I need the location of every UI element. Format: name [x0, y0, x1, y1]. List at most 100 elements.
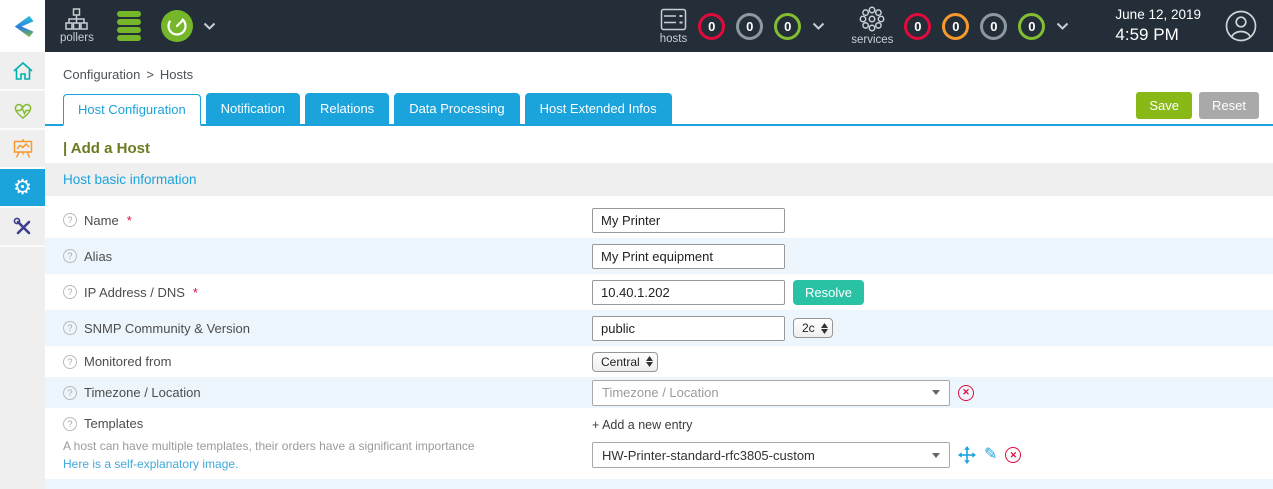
services-ok-counter[interactable]: 0 [1018, 12, 1046, 40]
form-row-monitored-from: ? Monitored from Central [45, 346, 1273, 377]
template-delete-icon[interactable] [1005, 447, 1022, 463]
poller-chevron-down-icon[interactable] [203, 22, 216, 31]
pollers-icon [65, 8, 89, 30]
sidebar-item-administration[interactable] [0, 208, 45, 247]
services-icon [859, 6, 885, 32]
monitored-from-label: Monitored from [84, 354, 172, 369]
heart-pulse-icon [14, 103, 31, 119]
sidebar: ⚙ [0, 52, 45, 489]
required-asterisk: * [192, 284, 198, 300]
sidebar-item-configuration[interactable]: ⚙ [0, 169, 45, 208]
tab-data-processing[interactable]: Data Processing [394, 93, 520, 124]
ip-input[interactable] [592, 279, 785, 305]
timezone-select[interactable]: Timezone / Location [592, 379, 950, 406]
section-host-basic-information: Host basic information [45, 163, 1273, 196]
breadcrumb-hosts[interactable]: Hosts [160, 67, 193, 82]
gauge-status-icon[interactable] [160, 9, 194, 43]
sidebar-item-home[interactable] [0, 52, 45, 91]
current-date: June 12, 2019 [1115, 6, 1201, 22]
templates-example-link[interactable]: Here is a self-explanatory image. [63, 457, 592, 471]
timezone-label: Timezone / Location [84, 385, 201, 400]
tab-bar: Host Configuration Notification Relation… [45, 92, 1273, 126]
topbar: pollers hosts 0 0 0 services 0 0 0 0 Jun… [0, 0, 1273, 52]
resolve-button[interactable]: Resolve [793, 279, 864, 305]
save-button[interactable]: Save [1136, 92, 1193, 119]
services-unknown-counter[interactable]: 0 [980, 12, 1008, 40]
help-icon[interactable]: ? [63, 249, 77, 263]
main-content: Configuration > Hosts Host Configuration N… [45, 52, 1273, 489]
help-icon[interactable]: ? [63, 416, 77, 431]
chart-easel-icon [13, 139, 32, 158]
breadcrumb-configuration[interactable]: Configuration [63, 67, 140, 82]
services-chevron-down-icon[interactable] [1056, 22, 1069, 31]
help-icon[interactable]: ? [63, 285, 77, 299]
hosts-down-counter[interactable]: 0 [698, 12, 726, 40]
help-icon[interactable]: ? [63, 385, 77, 400]
template-edit-icon[interactable]: ✎ [984, 447, 997, 463]
gear-icon: ⚙ [13, 176, 32, 199]
help-icon[interactable]: ? [63, 354, 77, 369]
user-avatar[interactable] [1225, 10, 1257, 42]
add-template-entry-link[interactable]: + Add a new entry [592, 418, 1021, 432]
snmp-community-input[interactable] [592, 315, 785, 341]
ip-label: IP Address / DNS [84, 284, 185, 300]
form-row-ip: ? IP Address / DNS * Resolve [45, 274, 1273, 310]
home-icon [12, 61, 33, 80]
tab-notification[interactable]: Notification [205, 93, 300, 124]
name-input[interactable] [592, 207, 785, 233]
help-icon[interactable]: ? [63, 213, 77, 227]
services-critical-counter[interactable]: 0 [904, 12, 932, 40]
required-asterisk: * [126, 212, 132, 228]
form-row-snmp: ? SNMP Community & Version 2c [45, 310, 1273, 346]
dropdown-arrow-icon [932, 452, 940, 458]
services-label: services [851, 34, 894, 46]
clock: June 12, 2019 4:59 PM [1115, 7, 1201, 45]
templates-label: Templates [84, 416, 144, 431]
snmp-version-select[interactable]: 2c [793, 318, 833, 338]
pollers-menu[interactable]: pollers [60, 8, 94, 44]
hosts-status-cluster: hosts 0 0 0 [660, 8, 826, 45]
services-status-cluster: services 0 0 0 0 [851, 6, 1069, 46]
form-actions: Save Reset [1136, 92, 1259, 124]
hosts-menu[interactable]: hosts [659, 8, 688, 45]
template-value: HW-Printer-standard-rfc3805-custom [602, 447, 815, 463]
tab-host-configuration[interactable]: Host Configuration [63, 94, 201, 126]
tab-relations[interactable]: Relations [304, 93, 390, 124]
sidebar-item-reporting[interactable] [0, 130, 45, 169]
tab-host-extended-infos[interactable]: Host Extended Infos [524, 93, 672, 124]
host-form: ? Name * ? Alias [45, 202, 1273, 489]
template-select[interactable]: HW-Printer-standard-rfc3805-custom [592, 442, 950, 468]
centreon-logo-icon [14, 15, 34, 37]
form-row-timezone: ? Timezone / Location Timezone / Locatio… [45, 377, 1273, 408]
dropdown-arrow-icon [932, 390, 940, 395]
hosts-chevron-down-icon[interactable] [812, 22, 825, 31]
database-status-icon[interactable] [114, 10, 144, 42]
centreon-logo[interactable] [0, 0, 45, 52]
hosts-up-counter[interactable]: 0 [774, 12, 802, 40]
breadcrumb-separator: > [146, 67, 154, 82]
reset-button[interactable]: Reset [1199, 92, 1259, 119]
pollers-label: pollers [60, 32, 94, 44]
timezone-clear-icon[interactable] [958, 384, 974, 401]
services-menu[interactable]: services [851, 6, 893, 46]
alias-input[interactable] [592, 243, 785, 269]
hosts-icon [660, 8, 687, 31]
select-stepper-icon [820, 322, 828, 334]
monitored-from-value: Central [601, 354, 640, 369]
tools-icon [13, 217, 30, 234]
services-warning-counter[interactable]: 0 [942, 12, 970, 40]
sidebar-item-monitoring[interactable] [0, 91, 45, 130]
help-icon[interactable]: ? [63, 321, 77, 335]
monitored-from-select[interactable]: Central [592, 351, 658, 372]
hosts-unreachable-counter[interactable]: 0 [736, 12, 764, 40]
name-label: Name [84, 212, 119, 228]
form-row-templates: ? Templates A host can have multiple tem… [45, 408, 1273, 479]
template-move-icon[interactable] [958, 446, 976, 464]
centreon-app: pollers hosts 0 0 0 services 0 0 0 0 Jun… [0, 0, 1273, 489]
snmp-label: SNMP Community & Version [84, 320, 250, 336]
form-row-create-services: ? Create Services linked to the Template… [45, 479, 1273, 489]
page-title: | Add a Host [63, 140, 150, 157]
snmp-version-value: 2c [802, 321, 815, 335]
hosts-label: hosts [659, 32, 688, 45]
select-stepper-icon [645, 356, 653, 367]
